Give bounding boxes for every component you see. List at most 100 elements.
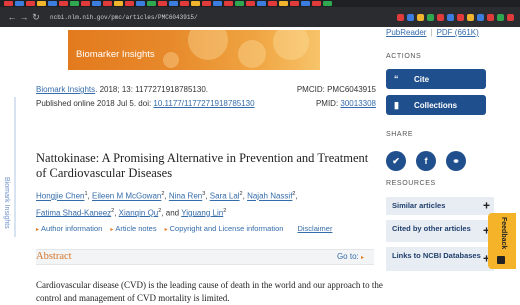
pmid-link[interactable]: 30013308 (340, 99, 376, 108)
browser-tab[interactable] (125, 1, 134, 6)
article-notes-toggle[interactable]: ▸ Article notes (110, 224, 156, 233)
doi-link[interactable]: 10.1177/1177271918785130 (153, 99, 254, 108)
cite-button[interactable]: “ Cite (386, 69, 486, 89)
bookmark-icon[interactable] (397, 13, 404, 21)
article-notes-label: Article notes (115, 224, 157, 233)
author-link[interactable]: Nina Ren (169, 192, 202, 201)
browser-tab[interactable] (279, 1, 288, 6)
ncbi-links-item[interactable]: Links to NCBI Databases + (386, 247, 494, 271)
author-link[interactable]: Eileen M McGowan (92, 192, 161, 201)
browser-address-bar: ← → ↻ ncbi.nlm.nih.gov/pmc/articles/PMC6… (0, 7, 520, 27)
cited-by-label: Cited by other articles (392, 224, 471, 233)
bookmark-icon[interactable] (477, 13, 484, 21)
browser-tab[interactable] (70, 1, 79, 6)
browser-tab[interactable] (290, 1, 299, 6)
goto-menu[interactable]: Go to: ▸ (337, 252, 364, 261)
similar-articles-item[interactable]: Similar articles + (386, 197, 494, 215)
browser-tab[interactable] (48, 1, 57, 6)
bookmark-icon[interactable] (417, 13, 424, 21)
feedback-tab[interactable]: Feedback (488, 213, 516, 269)
pubreader-link[interactable]: PubReader (386, 28, 426, 37)
triangle-right-icon: ▸ (36, 227, 40, 233)
pdf-link[interactable]: PDF (661K) (437, 28, 479, 37)
author-information-toggle[interactable]: ▸ Author information (36, 224, 102, 233)
bookmark-icon[interactable] (407, 13, 414, 21)
bookmark-icon[interactable] (457, 13, 464, 21)
bookmark-icon[interactable] (487, 13, 494, 21)
abstract-text: Cardiovascular disease (CVD) is the lead… (36, 280, 383, 303)
browser-tab[interactable] (15, 1, 24, 6)
browser-tab[interactable] (4, 1, 13, 6)
browser-tab[interactable] (26, 1, 35, 6)
bookmark-icon[interactable] (427, 13, 434, 21)
browser-tab[interactable] (312, 1, 321, 6)
bookmark-icon[interactable] (437, 13, 444, 21)
triangle-right-icon: ▸ (360, 255, 364, 261)
cited-by-item[interactable]: Cited by other articles + (386, 220, 494, 242)
browser-tab[interactable] (180, 1, 189, 6)
author-link[interactable]: Xianqin Qu (119, 208, 159, 217)
goto-label: Go to: (336, 252, 359, 261)
twitter-icon[interactable]: ✔ (386, 151, 406, 171)
browser-tab[interactable] (136, 1, 145, 6)
bookmark-icon[interactable] (507, 13, 514, 21)
browser-tab[interactable] (301, 1, 310, 6)
arrow-left-icon[interactable]: ← (6, 12, 18, 22)
link-icon[interactable]: ⚭ (446, 151, 466, 171)
citation-line: Biomark Insights. 2018; 13: 117727191878… (36, 85, 208, 94)
share-buttons: ✔ f ⚭ (386, 151, 466, 171)
browser-tab[interactable] (147, 1, 156, 6)
author-link[interactable]: Najah Nassif (247, 192, 292, 201)
browser-tab[interactable] (114, 1, 123, 6)
browser-tab[interactable] (202, 1, 211, 6)
browser-tab[interactable] (191, 1, 200, 6)
browser-tab[interactable] (235, 1, 244, 6)
browser-tab[interactable] (246, 1, 255, 6)
published-line: Published online 2018 Jul 5. doi: 10.117… (36, 99, 255, 108)
cite-label: Cite (414, 74, 430, 84)
browser-tab[interactable] (158, 1, 167, 6)
affiliation-sup: 1 (84, 191, 88, 197)
journal-link[interactable]: Biomark Insights (36, 85, 95, 94)
separator: | (430, 28, 433, 37)
copyright-label: Copyright and License information (169, 224, 284, 233)
author-link[interactable]: Yiguang Lin (181, 208, 223, 217)
reload-icon[interactable]: ↻ (30, 12, 42, 23)
journal-side-rule (14, 97, 16, 237)
browser-tab[interactable] (213, 1, 222, 6)
bookmark-icon: ▮ (394, 99, 399, 110)
pmid-line: PMID: 30013308 (292, 99, 376, 108)
browser-tab[interactable] (81, 1, 90, 6)
browser-tab[interactable] (268, 1, 277, 6)
browser-tab[interactable] (323, 1, 332, 6)
browser-tab[interactable] (224, 1, 233, 6)
journal-banner[interactable]: Biomarker Insights (68, 30, 320, 70)
copyright-toggle[interactable]: ▸ Copyright and License information (165, 224, 284, 233)
browser-tab[interactable] (169, 1, 178, 6)
browser-tab[interactable] (37, 1, 46, 6)
collections-button[interactable]: ▮ Collections (386, 95, 486, 115)
arrow-right-icon[interactable]: → (18, 12, 30, 22)
disclaimer-link[interactable]: Disclaimer (297, 224, 332, 233)
bookmark-icon[interactable] (447, 13, 454, 21)
affiliation-sup: 2 (239, 191, 243, 197)
affiliation-sup: 2 (158, 207, 162, 214)
url-field[interactable]: ncbi.nlm.nih.gov/pmc/articles/PMC6043915… (50, 14, 198, 21)
published-prefix: Published online 2018 Jul 5. doi: (36, 99, 154, 108)
browser-tab[interactable] (59, 1, 68, 6)
collections-label: Collections (414, 100, 458, 110)
affiliation-sup: 2 (111, 207, 115, 214)
author-link[interactable]: Hongjie Chen (36, 192, 84, 201)
actions-heading: ACTIONS (386, 53, 422, 60)
feedback-label: Feedback (500, 217, 507, 250)
journal-banner-title: Biomarker Insights (76, 49, 155, 60)
author-link[interactable]: Sara Lal (210, 192, 240, 201)
bookmark-icon[interactable] (467, 13, 474, 21)
bookmark-icon[interactable] (497, 13, 504, 21)
browser-tab[interactable] (257, 1, 266, 6)
affiliation-sup: 3 (202, 191, 206, 197)
author-link[interactable]: Fatima Shad-Kaneez (36, 208, 111, 217)
browser-tab[interactable] (103, 1, 112, 6)
facebook-icon[interactable]: f (416, 151, 436, 171)
browser-tab[interactable] (92, 1, 101, 6)
